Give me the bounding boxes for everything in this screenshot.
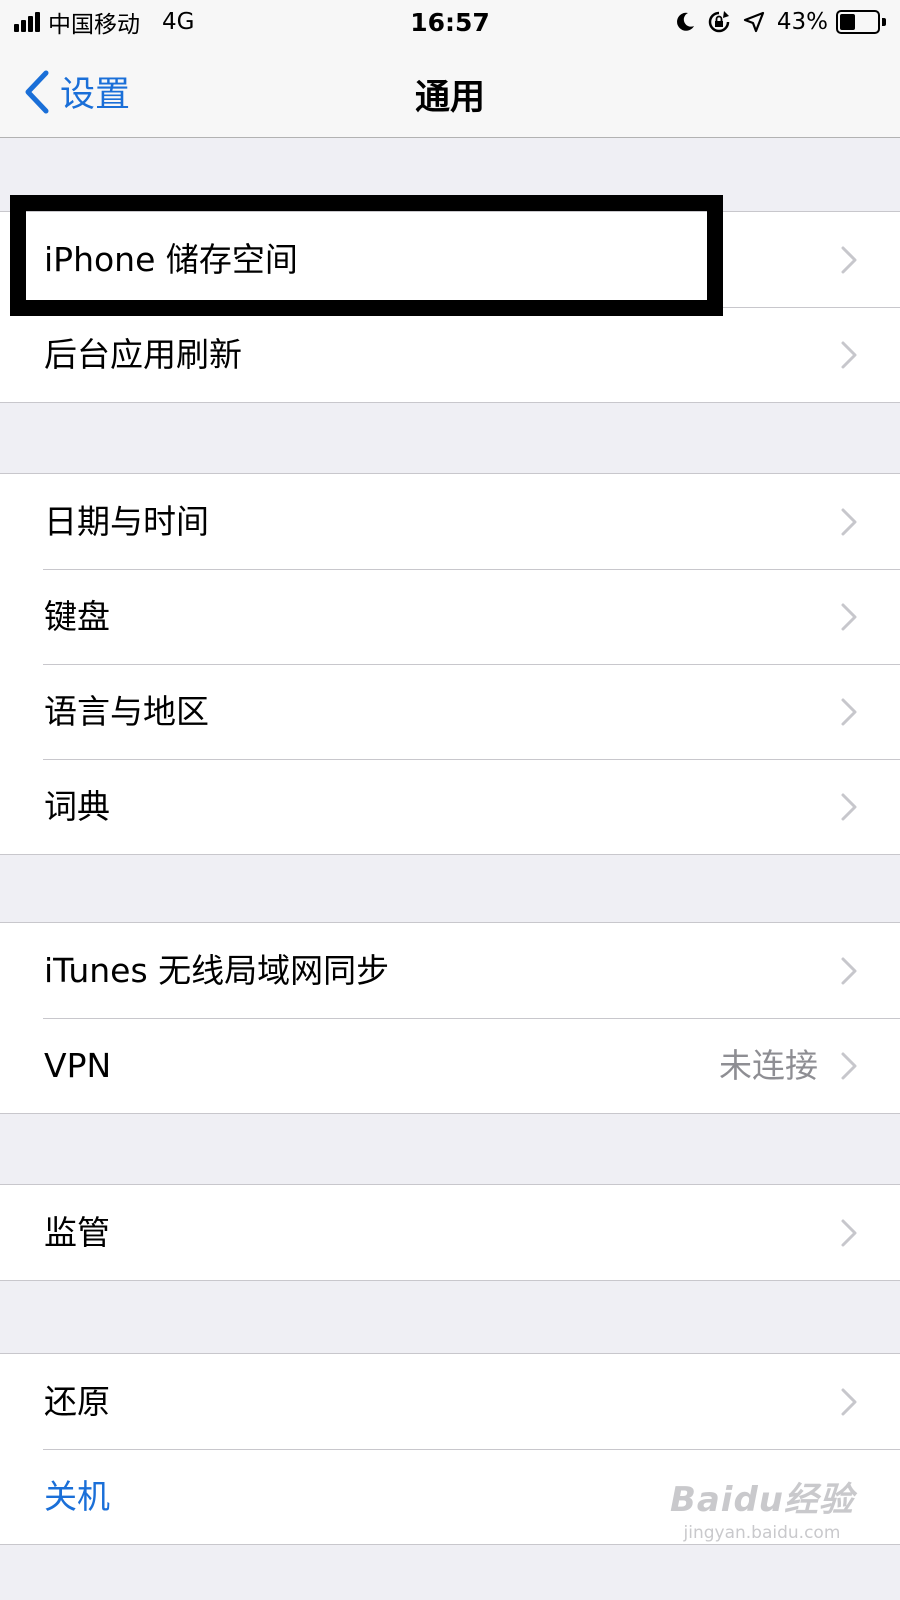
row-vpn[interactable]: VPN 未连接 [0, 1018, 900, 1113]
location-icon [743, 11, 764, 33]
row-supervision[interactable]: 监管 [0, 1185, 900, 1280]
row-label: iPhone 储存空间 [44, 240, 298, 279]
battery-icon [836, 10, 886, 34]
row-iphone-storage[interactable]: iPhone 储存空间 [0, 212, 900, 307]
navigation-bar: 设置 通用 [0, 44, 900, 138]
row-reset[interactable]: 还原 [0, 1354, 900, 1449]
battery-percent: 43% [776, 9, 828, 35]
row-label: VPN [44, 1046, 112, 1085]
shut-down-button: 关机 [44, 1477, 110, 1516]
status-bar-right: 43% [663, 8, 886, 36]
row-label: iTunes 无线局域网同步 [44, 951, 390, 990]
row-keyboard[interactable]: 键盘 [0, 569, 900, 664]
row-date-time[interactable]: 日期与时间 [0, 474, 900, 569]
row-label: 键盘 [44, 597, 110, 636]
chevron-right-icon [841, 1052, 857, 1080]
row-label: 日期与时间 [44, 502, 209, 541]
vpn-status-value: 未连接 [719, 1046, 818, 1085]
settings-group-supervision: 监管 [0, 1184, 900, 1281]
status-bar: 中国移动 4G 16:57 43% [0, 0, 900, 44]
row-dictionary[interactable]: 词典 [0, 759, 900, 854]
row-language-region[interactable]: 语言与地区 [0, 664, 900, 759]
row-label: 语言与地区 [44, 692, 209, 731]
page-title: 通用 [414, 78, 485, 118]
chevron-right-icon [841, 603, 857, 631]
settings-group-storage: iPhone 储存空间 后台应用刷新 [0, 211, 900, 403]
row-label: 还原 [44, 1382, 110, 1421]
chevron-right-icon [841, 246, 857, 274]
chevron-right-icon [841, 341, 857, 369]
chevron-right-icon [841, 508, 857, 536]
row-background-app-refresh[interactable]: 后台应用刷新 [0, 307, 900, 402]
moon-icon [676, 12, 694, 31]
watermark-url: jingyan.baidu.com [683, 1523, 841, 1543]
watermark-logo: Baidu经验 [669, 1480, 854, 1520]
rotation-lock-icon [708, 11, 730, 33]
chevron-right-icon [841, 698, 857, 726]
watermark: Baidu经验 jingyan.baidu.com [670, 1472, 854, 1543]
chevron-right-icon [841, 957, 857, 985]
settings-group-sync: iTunes 无线局域网同步 VPN 未连接 [0, 922, 900, 1114]
row-label: 监管 [44, 1213, 110, 1252]
chevron-right-icon [841, 1219, 857, 1247]
row-label: 后台应用刷新 [44, 335, 242, 374]
chevron-right-icon [841, 793, 857, 821]
row-itunes-wifi-sync[interactable]: iTunes 无线局域网同步 [0, 923, 900, 1018]
chevron-right-icon [841, 1388, 857, 1416]
row-label: 词典 [44, 787, 110, 826]
settings-group-locale: 日期与时间 键盘 语言与地区 词典 [0, 473, 900, 855]
